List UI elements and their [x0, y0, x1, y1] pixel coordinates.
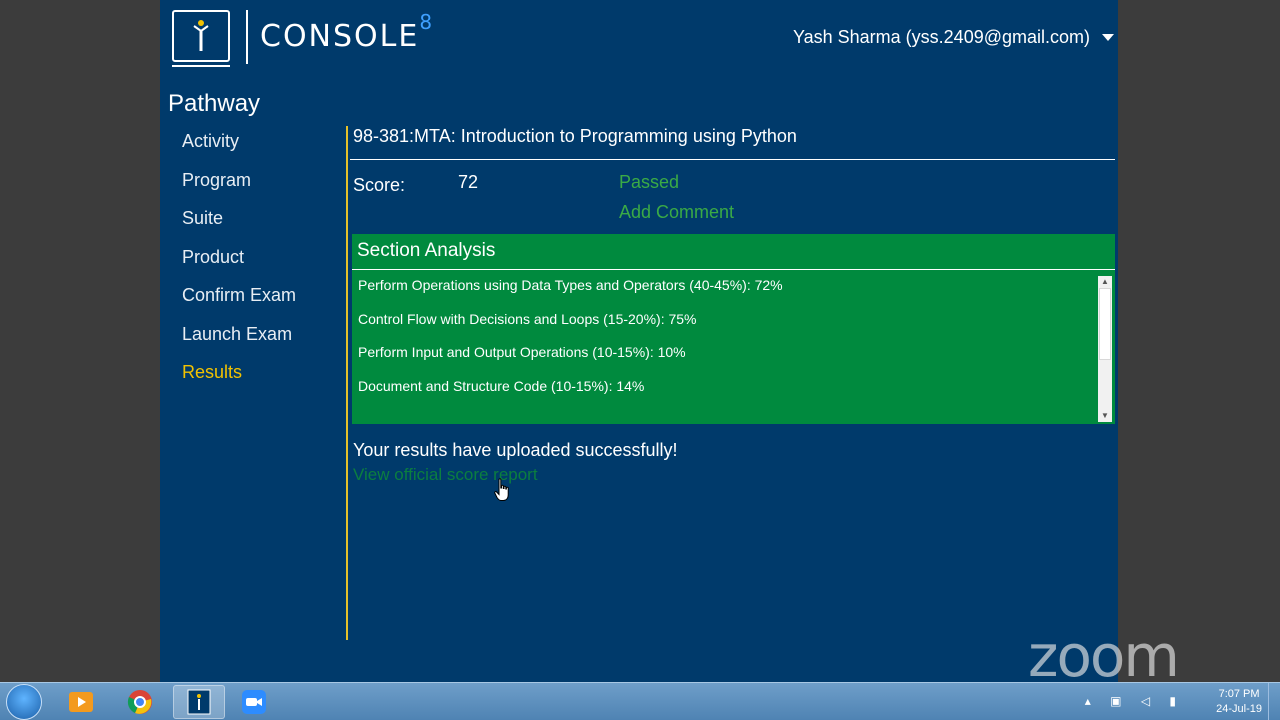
section-scrollbar[interactable]: ▲ ▼ — [1098, 276, 1112, 422]
section-divider — [352, 269, 1115, 270]
zoom-watermark: zoom — [1028, 622, 1180, 690]
clock-date: 24-Jul-19 — [1216, 703, 1262, 715]
sidebar-item-launch-exam[interactable]: Launch Exam — [182, 319, 296, 358]
console8-taskbar-icon[interactable] — [173, 685, 225, 719]
section-item: Perform Operations using Data Types and … — [358, 277, 783, 293]
sidebar-item-activity[interactable]: Activity — [182, 126, 296, 165]
sidebar-item-results[interactable]: Results — [182, 357, 296, 396]
score-value: 72 — [458, 172, 479, 192]
media-player-icon[interactable] — [55, 685, 107, 719]
scroll-down-icon[interactable]: ▼ — [1098, 410, 1112, 422]
section-item: Document and Structure Code (10-15%): 14… — [358, 378, 645, 395]
section-item: Control Flow with Decisions and Loops (1… — [358, 310, 697, 327]
upload-success-message: Your results have uploaded successfully! — [353, 440, 678, 460]
title-underline — [350, 159, 1115, 160]
section-analysis-title: Section Analysis — [357, 240, 496, 261]
scroll-up-icon[interactable]: ▲ — [1098, 276, 1112, 288]
zoom-app-icon[interactable] — [228, 685, 280, 719]
section-item: Perform Input and Output Operations (10-… — [358, 344, 686, 361]
scroll-thumb[interactable] — [1099, 288, 1111, 360]
sidebar-item-program[interactable]: Program — [182, 165, 296, 204]
sidebar-nav: Activity Program Suite Product Confirm E… — [182, 126, 296, 396]
chrome-icon[interactable] — [114, 685, 166, 719]
show-desktop-button[interactable] — [1268, 683, 1278, 720]
user-account-label[interactable]: Yash Sharma (yss.2409@gmail.com) — [793, 27, 1090, 48]
sidebar-item-product[interactable]: Product — [182, 242, 296, 281]
clock-time: 7:07 PM — [1218, 688, 1260, 700]
user-menu-caret-icon[interactable] — [1102, 34, 1114, 41]
section-analysis-panel: Section Analysis Perform Operations usin… — [352, 234, 1115, 424]
windows-start-icon[interactable] — [6, 684, 42, 720]
add-comment-link[interactable]: Add Comment — [619, 202, 734, 223]
hand-cursor-icon — [494, 478, 512, 507]
sidebar-item-suite[interactable]: Suite — [182, 203, 296, 242]
windows-taskbar: ▴ ▣ ◁ ▮ 7:07 PM 24-Jul-19 — [0, 682, 1280, 720]
console8-app-window: CONSOLE8 Yash Sharma (yss.2409@gmail.com… — [160, 0, 1118, 682]
sidebar-item-confirm-exam[interactable]: Confirm Exam — [182, 280, 296, 319]
score-label: Score: — [353, 175, 406, 195]
brand-name: CONSOLE8 — [260, 10, 433, 54]
logo-divider — [246, 10, 248, 64]
section-list: Perform Operations using Data Types and … — [358, 276, 783, 411]
pass-status: Passed — [619, 172, 680, 192]
content-divider — [346, 126, 348, 640]
system-tray-icons[interactable]: ▴ ▣ ◁ ▮ — [1085, 694, 1184, 708]
taskbar-clock[interactable]: 7:07 PM 24-Jul-19 — [1216, 687, 1262, 717]
course-title: 98-381:MTA: Introduction to Programming … — [353, 126, 797, 146]
sidebar-title: Pathway — [168, 90, 261, 117]
console8-logo-icon[interactable] — [172, 10, 230, 67]
